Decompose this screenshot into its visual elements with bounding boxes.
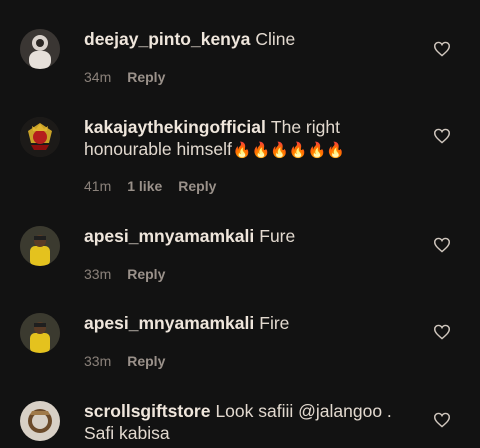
comment-meta: 33m Reply — [84, 353, 165, 369]
comment-time: 41m — [84, 178, 112, 194]
comment-body: Fire — [259, 313, 290, 333]
reply-button[interactable]: Reply — [178, 178, 216, 194]
heart-icon[interactable] — [433, 41, 451, 57]
avatar[interactable] — [20, 29, 60, 69]
avatar[interactable] — [20, 313, 60, 353]
avatar[interactable] — [20, 117, 60, 157]
comment-username[interactable]: kakajaythekingofficial — [84, 117, 266, 137]
avatar[interactable] — [20, 401, 60, 441]
comment-text: deejay_pinto_kenya Cline — [84, 28, 414, 50]
comment-meta: 33m Reply — [84, 266, 165, 282]
like-count[interactable]: 1 like — [127, 178, 162, 194]
comment-meta: 41m 1 like Reply — [84, 178, 216, 194]
comment-time: 34m — [84, 69, 112, 85]
comment-time: 33m — [84, 266, 112, 282]
fire-emoji: 🔥🔥🔥🔥🔥🔥 — [232, 142, 345, 159]
reply-button[interactable]: Reply — [127, 69, 165, 85]
reply-button[interactable]: Reply — [127, 353, 165, 369]
comment-text: kakajaythekingofficial The right honourab… — [84, 116, 414, 162]
comment-username[interactable]: apesi_mnyamamkali — [84, 226, 254, 246]
comment-body: Fure — [259, 226, 296, 246]
comment-time: 33m — [84, 353, 112, 369]
comment-username[interactable]: apesi_mnyamamkali — [84, 313, 254, 333]
reply-button[interactable]: Reply — [127, 266, 165, 282]
comment-body: Cline — [255, 29, 296, 49]
comment-meta: 34m Reply — [84, 69, 165, 85]
heart-icon[interactable] — [433, 237, 451, 253]
comment-text: apesi_mnyamamkali Fure — [84, 225, 414, 247]
heart-icon[interactable] — [433, 324, 451, 340]
heart-icon[interactable] — [433, 412, 451, 428]
comment-text: apesi_mnyamamkali Fire — [84, 312, 414, 334]
heart-icon[interactable] — [433, 128, 451, 144]
comment-username[interactable]: scrollsgiftstore — [84, 401, 210, 421]
avatar[interactable] — [20, 226, 60, 266]
comment-username[interactable]: deejay_pinto_kenya — [84, 29, 250, 49]
comment-text: scrollsgiftstore Look safiii @jalangoo . … — [84, 400, 414, 444]
